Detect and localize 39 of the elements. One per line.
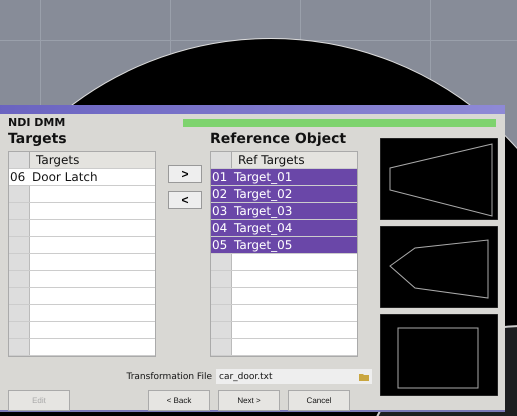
row-header[interactable] xyxy=(9,271,30,287)
file-field[interactable]: car_door.txt xyxy=(216,369,372,384)
row-header[interactable] xyxy=(9,254,30,270)
section-heading: Reference Object xyxy=(210,131,348,149)
row-header[interactable] xyxy=(9,339,30,355)
row-header[interactable] xyxy=(9,203,30,219)
row-number: 05 xyxy=(211,237,232,253)
row-header[interactable] xyxy=(9,305,30,321)
dialog-button[interactable]: Next > xyxy=(218,390,280,411)
folder-icon[interactable] xyxy=(359,372,369,380)
section-heading: Targets xyxy=(8,131,68,149)
row-header[interactable] xyxy=(211,339,232,355)
row-number: 03 xyxy=(211,203,232,219)
row-number: 02 xyxy=(211,186,232,202)
row-header[interactable] xyxy=(9,220,30,236)
row-header[interactable] xyxy=(211,288,232,304)
field-label: Transformation File xyxy=(126,372,212,382)
row-header[interactable] xyxy=(9,322,30,338)
row-header[interactable] xyxy=(211,271,232,287)
column-header: Targets xyxy=(30,152,155,168)
dialog-button[interactable]: Cancel xyxy=(288,390,350,411)
dialog-button[interactable]: < Back xyxy=(148,390,210,411)
row-header[interactable] xyxy=(9,186,30,202)
row-header[interactable] xyxy=(211,305,232,321)
move-button[interactable]: < xyxy=(168,191,202,209)
row-header[interactable] xyxy=(211,254,232,270)
row-header[interactable] xyxy=(9,237,30,253)
move-button[interactable]: > xyxy=(168,165,202,183)
table-cell[interactable]: Target_02 xyxy=(232,186,357,202)
row-number: 01 xyxy=(211,169,232,185)
column-header: Ref Targets xyxy=(232,152,357,168)
table-cell[interactable]: Target_03 xyxy=(232,203,357,219)
table-cell[interactable]: Target_05 xyxy=(232,237,357,253)
row-header[interactable] xyxy=(211,322,232,338)
table-cell[interactable]: Target_01 xyxy=(232,169,357,185)
row-number: 04 xyxy=(211,220,232,236)
app-name: NDI DMM xyxy=(8,116,66,129)
row-header[interactable] xyxy=(9,288,30,304)
table-cell[interactable]: Target_04 xyxy=(232,220,357,236)
